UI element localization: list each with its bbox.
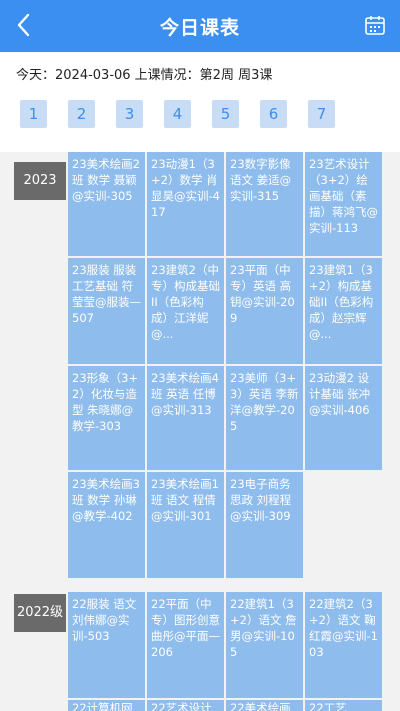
course-cell[interactable]: 23艺术设计（3+2）绘画基础（素描）蒋鸿飞@实训-113 (305, 152, 382, 256)
grade-label: 2022级 (14, 594, 66, 632)
course-cell[interactable]: 23动漫2 设计基础 张冲@实训-406 (305, 366, 382, 470)
course-cell[interactable]: 23美术绘画3班 数学 孙琳@教学-402 (68, 472, 145, 578)
day-tab-3[interactable]: 3 (116, 100, 143, 128)
course-cell[interactable]: 23建筑2（中专）构成基础II（色彩构成）江洋妮@... (147, 258, 224, 364)
course-cell[interactable]: 22计算机网 (68, 700, 145, 711)
course-cell[interactable]: 23美术绘画4班 英语 任博@实训-313 (147, 366, 224, 470)
calendar-icon[interactable] (364, 14, 386, 36)
day-tab-4[interactable]: 4 (164, 100, 191, 128)
course-cell[interactable]: 23美师（3+3）英语 李新洋@教学-205 (226, 366, 303, 470)
course-cell[interactable]: 22平面（中专）图形创意 曲彤@平面—206 (147, 592, 224, 698)
page-title: 今日课表 (159, 17, 240, 39)
app-header: 今日课表 (0, 0, 400, 52)
course-cell[interactable]: 23美术绘画1班 语文 程倩@实训-301 (147, 472, 224, 578)
grade-label: 2023 (14, 162, 66, 200)
day-tab-1[interactable]: 1 (20, 100, 47, 128)
course-cell[interactable]: 23美术绘画2班 数学 聂颖@实训-305 (68, 152, 145, 256)
day-tab-6[interactable]: 6 (260, 100, 287, 128)
course-cell[interactable]: 23数字影像 语文 姜适@实训-315 (226, 152, 303, 256)
grade-section-2022: 2022级 22服装 语文 刘伟娜@实训-503 22平面（中专）图形创意 曲彤… (0, 592, 400, 711)
day-tab-2[interactable]: 2 (68, 100, 95, 128)
course-cell[interactable]: 23建筑1（3+2）构成基础II（色彩构成）赵宗辉@... (305, 258, 382, 364)
course-cell[interactable]: 22艺术设计 (147, 700, 224, 711)
course-cell[interactable]: 23服装 服装工艺基础 符莹莹@服装—507 (68, 258, 145, 364)
today-status: 今天：2024-03-06 上课情况：第2周 周3课 (16, 68, 273, 83)
day-selector: 1 2 3 4 5 6 7 (0, 100, 400, 132)
course-cell[interactable]: 23动漫1（3+2）数学 肖显昊@实训-417 (147, 152, 224, 256)
course-cell[interactable]: 22建筑2（3+2）语文 鞠红霞@实训-103 (305, 592, 382, 698)
grade-section-2023: 2023 23美术绘画2班 数学 聂颖@实训-305 23动漫1（3+2）数学 … (0, 152, 400, 580)
course-cell[interactable]: 22美术绘画 (226, 700, 303, 711)
info-bar: 今天：2024-03-06 上课情况：第2周 周3课 1 2 3 4 5 6 7 (0, 52, 400, 152)
course-cell[interactable]: 23形象（3+2）化妆与造型 朱晓娜@教学-303 (68, 366, 145, 470)
day-tab-5[interactable]: 5 (212, 100, 239, 128)
course-cell[interactable]: 23平面（中专）英语 高钥@实训-209 (226, 258, 303, 364)
day-tab-7[interactable]: 7 (308, 100, 335, 128)
course-cell[interactable]: 22服装 语文 刘伟娜@实训-503 (68, 592, 145, 698)
course-cell[interactable]: 22建筑1（3+2）语文 詹男@实训-105 (226, 592, 303, 698)
course-cell[interactable]: 22工艺 (305, 700, 382, 711)
course-cell[interactable]: 23电子商务 思政 刘程程@实训-309 (226, 472, 303, 578)
